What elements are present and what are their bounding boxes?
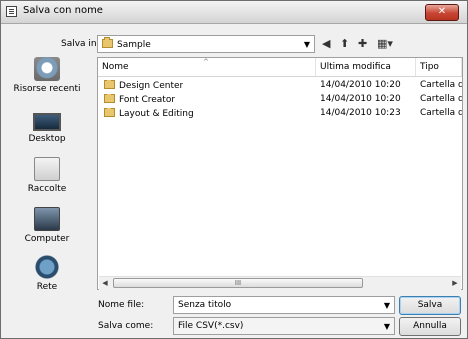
chevron-down-icon: ▼ xyxy=(303,40,310,49)
place-network[interactable]: Rete xyxy=(8,255,86,292)
horizontal-scrollbar[interactable]: ◀ III ▶ xyxy=(99,276,461,290)
dialog-icon xyxy=(6,6,17,17)
place-label: Computer xyxy=(24,234,70,244)
place-recent[interactable]: Risorse recenti xyxy=(8,57,86,94)
cancel-button[interactable]: Annulla xyxy=(399,317,461,336)
filename-value: Senza titolo xyxy=(178,300,232,310)
folder-icon xyxy=(104,80,115,89)
chevron-down-icon: ▼ xyxy=(383,301,390,310)
close-icon: ✕ xyxy=(437,6,447,17)
place-computer[interactable]: Computer xyxy=(8,207,86,244)
file-name: Layout & Editing xyxy=(119,109,194,119)
file-type: Cartella di xyxy=(420,108,462,118)
file-name: Font Creator xyxy=(119,95,176,105)
place-desktop[interactable]: Desktop xyxy=(8,107,86,144)
back-icon[interactable]: ◀ xyxy=(322,37,330,50)
file-row[interactable]: Layout & Editing 14/04/2010 10:23 Cartel… xyxy=(98,108,462,120)
filename-label: Nome file: xyxy=(98,300,145,310)
filetype-dropdown[interactable]: File CSV(*.csv) ▼ xyxy=(173,317,395,335)
place-label: Raccolte xyxy=(27,184,67,194)
save-button[interactable]: Salva xyxy=(399,296,461,315)
place-label: Risorse recenti xyxy=(13,84,81,94)
file-modified: 14/04/2010 10:20 xyxy=(320,80,401,90)
file-modified: 14/04/2010 10:20 xyxy=(320,94,401,104)
folder-icon xyxy=(102,37,113,48)
title-bar: Salva con nome ✕ xyxy=(1,1,467,24)
places-bar: Risorse recenti Desktop Raccolte Compute… xyxy=(8,55,86,292)
network-icon xyxy=(34,255,60,279)
save-in-value: Sample xyxy=(117,40,151,50)
folder-icon xyxy=(104,108,115,117)
scroll-left-icon[interactable]: ◀ xyxy=(99,278,111,289)
file-name: Design Center xyxy=(119,81,184,91)
computer-icon xyxy=(34,207,60,231)
thumb-grip: III xyxy=(234,279,242,287)
place-label: Rete xyxy=(36,282,58,292)
new-folder-icon[interactable]: ✚ xyxy=(358,37,367,50)
view-menu-icon[interactable]: ▦▾ xyxy=(377,37,393,50)
filetype-label: Salva come: xyxy=(98,321,154,331)
save-in-label: Salva in: xyxy=(61,39,100,49)
list-header: Nome ^ Ultima modifica Tipo xyxy=(98,58,462,77)
filetype-value: File CSV(*.csv) xyxy=(178,321,244,331)
file-modified: 14/04/2010 10:23 xyxy=(320,108,401,118)
save-as-dialog: Salva con nome ✕ Salva in: Sample ▼ ◀ ⬆ … xyxy=(0,0,468,339)
save-in-dropdown[interactable]: Sample ▼ xyxy=(97,35,315,53)
scroll-right-icon[interactable]: ▶ xyxy=(449,278,461,289)
column-modified[interactable]: Ultima modifica xyxy=(316,58,416,76)
desktop-icon xyxy=(33,113,61,131)
column-type[interactable]: Tipo xyxy=(416,58,462,76)
file-type: Cartella di xyxy=(420,94,462,104)
place-libraries[interactable]: Raccolte xyxy=(8,157,86,194)
scroll-thumb[interactable]: III xyxy=(113,278,363,288)
sort-up-icon: ^ xyxy=(203,58,209,66)
folder-icon xyxy=(104,94,115,103)
dialog-title: Salva con nome xyxy=(23,5,103,16)
file-type: Cartella di xyxy=(420,80,462,90)
file-row[interactable]: Font Creator 14/04/2010 10:20 Cartella d… xyxy=(98,94,462,106)
file-list: Nome ^ Ultima modifica Tipo Design Cente… xyxy=(97,57,463,290)
filename-input[interactable]: Senza titolo ▼ xyxy=(173,296,395,314)
up-folder-icon[interactable]: ⬆ xyxy=(340,37,349,50)
libraries-icon xyxy=(34,157,60,181)
place-label: Desktop xyxy=(28,134,66,144)
chevron-down-icon: ▼ xyxy=(383,322,390,331)
file-row[interactable]: Design Center 14/04/2010 10:20 Cartella … xyxy=(98,80,462,92)
close-button[interactable]: ✕ xyxy=(425,4,459,21)
recent-places-icon xyxy=(34,57,60,81)
